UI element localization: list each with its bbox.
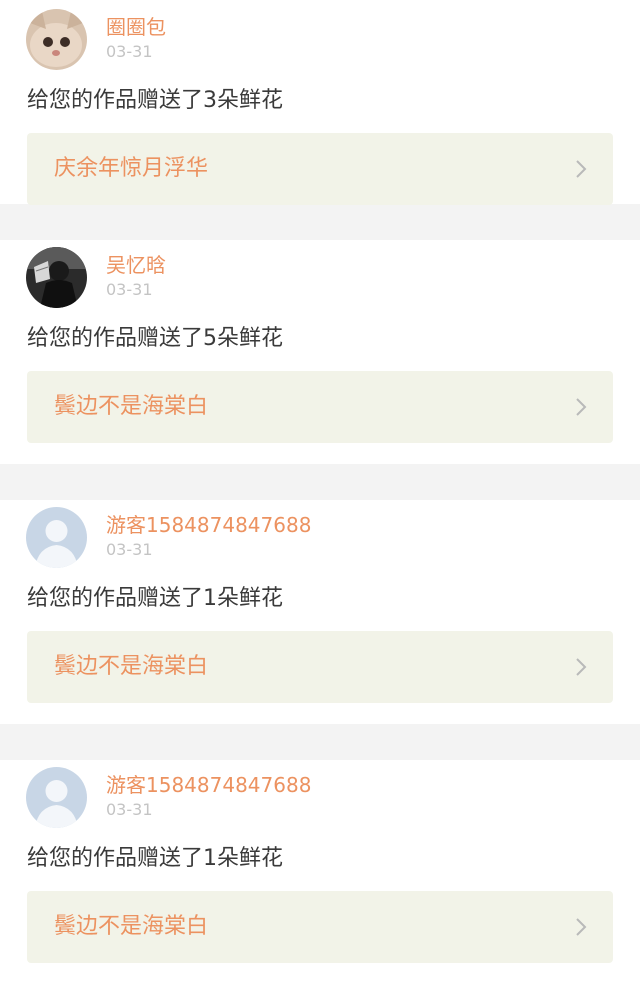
person-photo-avatar (26, 247, 87, 308)
username[interactable]: 游客1584874847688 (106, 773, 311, 797)
work-title: 庆余年惊月浮华 (54, 156, 209, 181)
chevron-right-icon (576, 398, 587, 416)
gift-message: 给您的作品赠送了5朵鲜花 (27, 326, 283, 351)
timestamp: 03-31 (106, 800, 153, 819)
username[interactable]: 吴忆晗 (106, 253, 166, 277)
chevron-right-icon (576, 160, 587, 178)
default-user-avatar (26, 767, 87, 828)
user-avatar[interactable] (26, 247, 87, 308)
notification-feed: 圈圈包 03-31 给您的作品赠送了3朵鲜花 庆余年惊月浮华 吴忆晗 03-31… (0, 0, 640, 984)
section-separator (0, 724, 640, 760)
cat-photo-avatar (26, 9, 87, 70)
work-card[interactable]: 鬓边不是海棠白 (27, 371, 613, 443)
work-title: 鬓边不是海棠白 (54, 654, 209, 679)
timestamp: 03-31 (106, 540, 153, 559)
notification-item: 游客1584874847688 03-31 给您的作品赠送了1朵鲜花 鬓边不是海… (0, 500, 640, 724)
chevron-right-icon (576, 658, 587, 676)
notification-item: 圈圈包 03-31 给您的作品赠送了3朵鲜花 庆余年惊月浮华 (0, 0, 640, 205)
user-avatar[interactable] (26, 9, 87, 70)
work-title: 鬓边不是海棠白 (54, 914, 209, 939)
notification-item: 吴忆晗 03-31 给您的作品赠送了5朵鲜花 鬓边不是海棠白 (0, 240, 640, 464)
chevron-right-icon (576, 918, 587, 936)
gift-message: 给您的作品赠送了3朵鲜花 (27, 88, 283, 113)
username[interactable]: 圈圈包 (106, 15, 166, 39)
section-separator (0, 204, 640, 240)
user-avatar[interactable] (26, 767, 87, 828)
notification-item: 游客1584874847688 03-31 给您的作品赠送了1朵鲜花 鬓边不是海… (0, 760, 640, 984)
username[interactable]: 游客1584874847688 (106, 513, 311, 537)
work-title: 鬓边不是海棠白 (54, 394, 209, 419)
user-avatar[interactable] (26, 507, 87, 568)
timestamp: 03-31 (106, 280, 153, 299)
gift-notifications-page: 圈圈包 03-31 给您的作品赠送了3朵鲜花 庆余年惊月浮华 吴忆晗 03-31… (0, 0, 640, 987)
timestamp: 03-31 (106, 42, 153, 61)
work-card[interactable]: 鬓边不是海棠白 (27, 891, 613, 963)
section-separator (0, 464, 640, 500)
gift-message: 给您的作品赠送了1朵鲜花 (27, 846, 283, 871)
work-card[interactable]: 鬓边不是海棠白 (27, 631, 613, 703)
default-user-avatar (26, 507, 87, 568)
work-card[interactable]: 庆余年惊月浮华 (27, 133, 613, 205)
gift-message: 给您的作品赠送了1朵鲜花 (27, 586, 283, 611)
